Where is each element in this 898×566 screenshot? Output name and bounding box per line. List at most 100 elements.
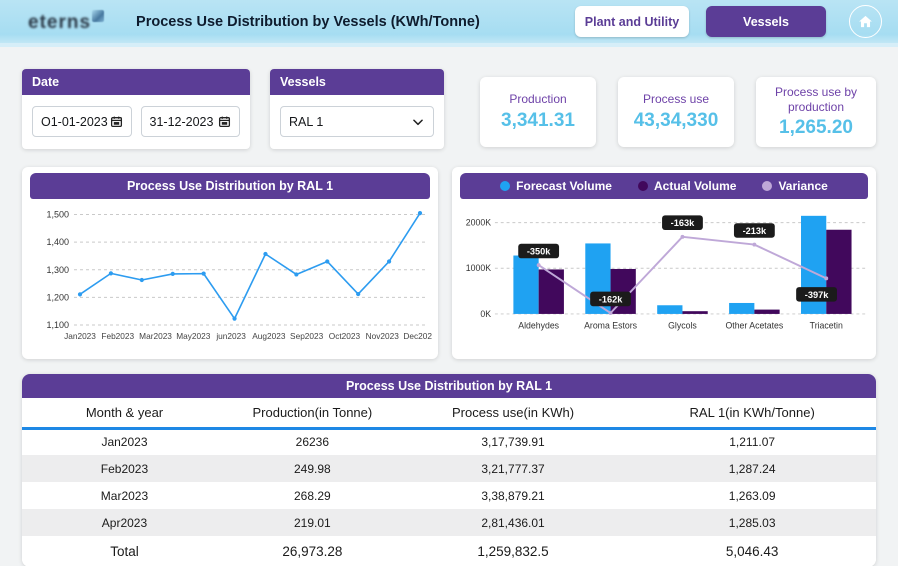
variance-dot-icon [762, 181, 773, 191]
table-cell: 249.98 [294, 461, 331, 476]
svg-text:1,300: 1,300 [46, 265, 69, 275]
line-chart-title: Process Use Distribution by RAL 1 [30, 173, 430, 199]
svg-text:Dec2023: Dec2023 [403, 331, 432, 341]
table-row: Jan2023 26236 3,17,739.91 1,211.07 [22, 428, 876, 455]
date-to-value: 31-12-2023 [149, 114, 214, 129]
table-cell: Jan2023 [101, 435, 148, 450]
calendar-icon [218, 116, 231, 128]
table-cell: Apr2023 [101, 515, 148, 530]
table-cell: 219.01 [294, 515, 331, 530]
calendar-icon [110, 116, 122, 128]
line-chart: 1,100 1,200 1,300 1,400 1,500 Jan2023 Feb2023 M… [46, 210, 437, 341]
header-nav: Plant and Utility Vessels [575, 5, 882, 38]
forecast-volume-dot-icon [500, 181, 511, 191]
table-cell: 1,211.07 [729, 435, 776, 450]
svg-text:-163k: -163k [671, 218, 695, 228]
svg-text:Feb2023: Feb2023 [101, 331, 134, 341]
chevron-down-icon [413, 118, 423, 125]
table-row: Apr2023 219.01 2,81,436.01 1,285.03 [22, 509, 876, 536]
legend-item-variance[interactable]: Variance [762, 179, 828, 193]
table-cell: 26,973.28 [282, 544, 343, 559]
kpi-value: 3,341.31 [501, 109, 575, 131]
kpi-label: Production [509, 92, 567, 107]
svg-text:-350k: -350k [527, 246, 551, 256]
table-cell: 5,046.43 [725, 544, 779, 559]
kpi-value: 1,265.20 [779, 116, 853, 138]
svg-text:Aldehydes: Aldehydes [518, 321, 559, 331]
svg-text:1000K: 1000K [466, 263, 491, 273]
table-cell: Feb2023 [100, 461, 149, 476]
table-cell: 3,38,879.21 [481, 488, 545, 503]
table-cell: 3,17,739.91 [481, 435, 545, 450]
app-header: eterns Process Use Distribution by Vesse… [0, 0, 898, 47]
svg-text:-162k: -162k [599, 294, 623, 304]
bar-chart-card: Forecast Volume Actual Volume Variance 0… [452, 167, 876, 359]
svg-text:1,100: 1,100 [46, 320, 69, 330]
company-logo-icon [92, 9, 105, 22]
table-cell: Total [110, 544, 139, 559]
date-filter-header: Date [22, 69, 250, 95]
actual-volume-dot-icon [637, 181, 648, 191]
bar-chart: 0K 1000K 2000K Aldehydes Aroma Estors Glycols… [466, 215, 867, 331]
kpi-cards: Production 3,341.31 Process use 43,34,33… [480, 77, 876, 147]
table-cell: Mar2023 [100, 488, 149, 503]
table-cell: 1,259,832.5 [477, 544, 549, 559]
tab-vessels[interactable]: Vessels [706, 6, 826, 37]
svg-text:1,500: 1,500 [46, 210, 69, 220]
vessels-filter-card: Vessels RAL 1 [270, 69, 444, 149]
svg-text:jun2023: jun2023 [215, 331, 246, 341]
svg-text:Other Acetates: Other Acetates [725, 321, 783, 331]
svg-text:Aroma Estors: Aroma Estors [584, 321, 638, 331]
svg-text:-397k: -397k [805, 290, 829, 300]
svg-text:Jan2023: Jan2023 [64, 331, 96, 341]
col-process-use: Process use(in KWh) [397, 398, 629, 430]
svg-text:1,200: 1,200 [46, 292, 69, 302]
tab-plant-and-utility[interactable]: Plant and Utility [575, 6, 689, 37]
date-filter-card: Date O1-01-2023 31-12-2023 [22, 69, 250, 149]
page-title: Process Use Distribution by Vessels (KWh… [136, 13, 480, 30]
col-production: Production(in Tonne) [226, 398, 398, 430]
svg-text:Oct2023: Oct2023 [329, 331, 361, 341]
line-chart-card: Process Use Distribution by RAL 1 1,100 1… [22, 167, 438, 359]
legend-item-forecast-volume[interactable]: Forecast Volume [500, 179, 612, 193]
date-from-input[interactable]: O1-01-2023 [32, 106, 132, 137]
svg-text:-213k: -213k [743, 226, 767, 236]
svg-text:May2023: May2023 [176, 331, 211, 341]
col-ral1: RAL 1(in KWh/Tonne) [628, 398, 876, 430]
legend-label: Variance [778, 179, 828, 193]
svg-text:Sep2023: Sep2023 [290, 331, 324, 341]
legend-item-actual-volume[interactable]: Actual Volume [637, 179, 737, 193]
home-icon [859, 15, 872, 28]
svg-text:1,400: 1,400 [46, 237, 69, 247]
svg-text:Glycols: Glycols [668, 321, 697, 331]
vessels-filter-header: Vessels [270, 69, 444, 95]
kpi-card-production: Production 3,341.31 [480, 77, 596, 147]
svg-text:0K: 0K [480, 309, 491, 319]
table-total-row: Total 26,973.28 1,259,832.5 5,046.43 [22, 536, 876, 566]
table-cell: 1,287.24 [728, 461, 776, 476]
company-logo: eterns [28, 9, 105, 34]
vessels-selected-value: RAL 1 [289, 114, 324, 129]
date-from-value: O1-01-2023 [41, 114, 108, 129]
company-logo-text: eterns [28, 11, 92, 33]
table-row: Feb2023 249.98 3,21,777.37 1,287.24 [22, 455, 876, 482]
kpi-card-process-use: Process use 43,34,330 [618, 77, 734, 147]
table-cell: 1,263.09 [728, 488, 776, 503]
kpi-label: Process use [642, 92, 710, 107]
table-card: Process Use Distribution by RAL 1 Month … [22, 374, 876, 566]
svg-text:2000K: 2000K [466, 218, 491, 228]
table-cell: 3,21,777.37 [481, 461, 545, 476]
col-month-year: Month & year [22, 398, 227, 430]
svg-text:Aug2023: Aug2023 [252, 331, 286, 341]
svg-text:Triacetin: Triacetin [810, 321, 843, 331]
kpi-value: 43,34,330 [633, 109, 719, 131]
date-to-input[interactable]: 31-12-2023 [140, 106, 240, 137]
vessels-dropdown[interactable]: RAL 1 [280, 106, 434, 137]
bar-chart-legend: Forecast Volume Actual Volume Variance [460, 173, 868, 199]
home-button[interactable] [849, 5, 882, 38]
table-header-row: Month & year Production(in Tonne) Proces… [22, 398, 876, 430]
kpi-card-process-use-by-production: Process use by production 1,265.20 [756, 77, 876, 147]
svg-text:Mar2023: Mar2023 [139, 331, 172, 341]
legend-label: Actual Volume [653, 179, 737, 193]
table-cell: 268.29 [294, 488, 331, 503]
